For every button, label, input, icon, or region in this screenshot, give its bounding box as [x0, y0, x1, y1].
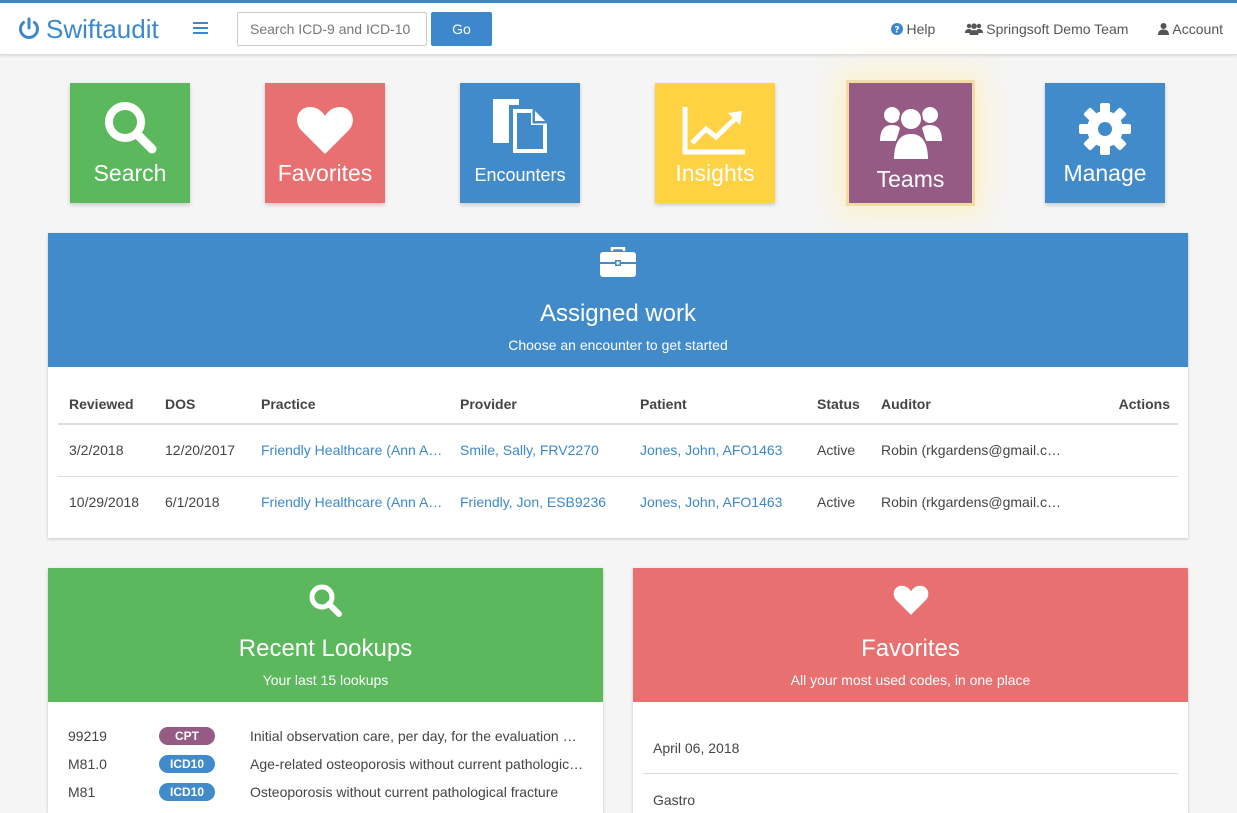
- search-icon: [105, 102, 157, 154]
- patient-link[interactable]: Jones, John, AFO1463: [640, 442, 782, 458]
- practice-link[interactable]: Friendly Healthcare (Ann A…: [261, 494, 442, 510]
- cell-actions: [1070, 424, 1178, 476]
- favorites-group[interactable]: Gastro: [643, 774, 1178, 813]
- list-item[interactable]: M81 ICD10 Osteoporosis without current p…: [48, 778, 603, 806]
- tile-insights[interactable]: Insights: [655, 83, 775, 203]
- practice-link[interactable]: Friendly Healthcare (Ann A…: [261, 442, 442, 458]
- provider-link[interactable]: Smile, Sally, FRV2270: [460, 442, 599, 458]
- code-type-badge: ICD10: [159, 755, 215, 773]
- tile-search-label: Search: [93, 160, 167, 186]
- list-item[interactable]: M81.0 ICD10 Age-related osteoporosis wit…: [48, 750, 603, 778]
- col-practice[interactable]: Practice: [250, 367, 449, 425]
- team-link[interactable]: Springsoft Demo Team: [965, 21, 1128, 37]
- recent-lookups-subtitle: Your last 15 lookups: [262, 672, 389, 688]
- lookup-code: 99219: [68, 728, 107, 744]
- recent-lookups-panel: Recent Lookups Your last 15 lookups 9921…: [48, 568, 603, 813]
- tile-favorites-label: Favorites: [277, 160, 373, 186]
- power-icon: [19, 17, 39, 39]
- code-type-badge: ICD10: [159, 783, 215, 801]
- lookup-code: M81.0: [68, 756, 107, 772]
- tile-manage-label: Manage: [1063, 160, 1147, 186]
- search-icon: [309, 584, 342, 617]
- tile-teams[interactable]: Teams: [846, 80, 975, 206]
- favorites-subtitle: All your most used codes, in one place: [790, 672, 1031, 688]
- assigned-work-table: Reviewed DOS Practice Provider Patient S…: [58, 367, 1178, 528]
- documents-icon: [493, 99, 547, 153]
- menu-toggle-icon[interactable]: [193, 22, 208, 36]
- favorites-header: Favorites All your most used codes, in o…: [633, 568, 1188, 702]
- account-label: Account: [1172, 21, 1223, 37]
- assigned-work-header: Assigned work Choose an encounter to get…: [48, 233, 1188, 367]
- cell-reviewed: 3/2/2018: [69, 442, 124, 459]
- list-item[interactable]: 99219 CPT Initial observation care, per …: [48, 722, 603, 750]
- svg-text:?: ?: [895, 26, 900, 36]
- favorites-group[interactable]: April 06, 2018: [643, 722, 1178, 774]
- col-status[interactable]: Status: [806, 367, 870, 425]
- lookup-description: Initial observation care, per day, for t…: [250, 728, 577, 744]
- heart-icon: [893, 585, 929, 615]
- tile-favorites[interactable]: Favorites: [265, 83, 385, 203]
- col-patient[interactable]: Patient: [629, 367, 806, 425]
- user-icon: [1158, 23, 1170, 35]
- briefcase-icon: [600, 247, 636, 277]
- users-icon: [879, 107, 942, 161]
- go-button[interactable]: Go: [431, 12, 492, 46]
- cell-status: Active: [817, 442, 856, 459]
- tile-search[interactable]: Search: [70, 83, 190, 203]
- favorites-panel: Favorites All your most used codes, in o…: [633, 568, 1188, 813]
- app-brand[interactable]: Swiftaudit: [17, 12, 159, 46]
- gear-icon: [1079, 103, 1131, 155]
- team-label: Springsoft Demo Team: [986, 21, 1129, 37]
- cell-actions: [1070, 475, 1178, 528]
- tile-teams-label: Teams: [876, 166, 945, 192]
- search-input[interactable]: [237, 12, 427, 46]
- col-dos[interactable]: DOS: [154, 367, 250, 425]
- tile-insights-label: Insights: [675, 160, 755, 186]
- patient-link[interactable]: Jones, John, AFO1463: [640, 494, 782, 510]
- cell-status: Active: [806, 475, 870, 528]
- help-label: Help: [906, 21, 936, 37]
- recent-lookups-header: Recent Lookups Your last 15 lookups: [48, 568, 603, 702]
- col-reviewed[interactable]: Reviewed: [58, 367, 154, 425]
- provider-link[interactable]: Friendly, Jon, ESB9236: [460, 494, 606, 510]
- table-row[interactable]: 3/2/2018 12/20/2017 Friendly Healthcare …: [58, 424, 1178, 476]
- account-link[interactable]: Account: [1158, 21, 1223, 37]
- col-actions: Actions: [1070, 367, 1178, 425]
- chart-icon: [682, 107, 745, 155]
- app-name: Swiftaudit: [46, 13, 159, 44]
- recent-lookups-list: 99219 CPT Initial observation care, per …: [48, 702, 603, 806]
- top-navbar: Swiftaudit Go ? Help Springsoft Demo Tea…: [0, 0, 1237, 55]
- recent-lookups-title: Recent Lookups: [238, 635, 413, 662]
- tile-encounters-label: Encounters: [474, 165, 566, 185]
- assigned-work-panel: Assigned work Choose an encounter to get…: [48, 233, 1188, 538]
- help-link[interactable]: ? Help: [891, 21, 935, 37]
- favorites-title: Favorites: [861, 635, 960, 662]
- tile-encounters[interactable]: Encounters: [460, 83, 580, 203]
- cell-auditor: Robin (rkgardens@gmail.c…: [870, 475, 1070, 528]
- lookup-description: Osteoporosis without current pathologica…: [250, 784, 559, 800]
- tile-manage[interactable]: Manage: [1045, 83, 1165, 203]
- cell-reviewed: 10/29/2018: [58, 475, 154, 528]
- heart-icon: [297, 107, 353, 154]
- col-auditor[interactable]: Auditor: [870, 367, 1070, 425]
- favorites-list: April 06, 2018 Gastro: [633, 702, 1188, 813]
- question-circle-icon: ?: [891, 23, 904, 36]
- lookup-code: M81: [68, 784, 96, 800]
- table-row[interactable]: 10/29/2018 6/1/2018 Friendly Healthcare …: [58, 475, 1178, 528]
- users-icon: [965, 23, 984, 35]
- lookup-description: Age-related osteoporosis without current…: [250, 756, 584, 772]
- col-provider[interactable]: Provider: [449, 367, 629, 425]
- cell-auditor: Robin (rkgardens@gmail.c…: [881, 442, 1061, 459]
- assigned-work-subtitle: Choose an encounter to get started: [508, 337, 728, 353]
- code-type-badge: CPT: [159, 727, 215, 745]
- assigned-work-title: Assigned work: [539, 300, 697, 327]
- cell-dos: 12/20/2017: [165, 442, 236, 459]
- cell-dos: 6/1/2018: [154, 475, 250, 528]
